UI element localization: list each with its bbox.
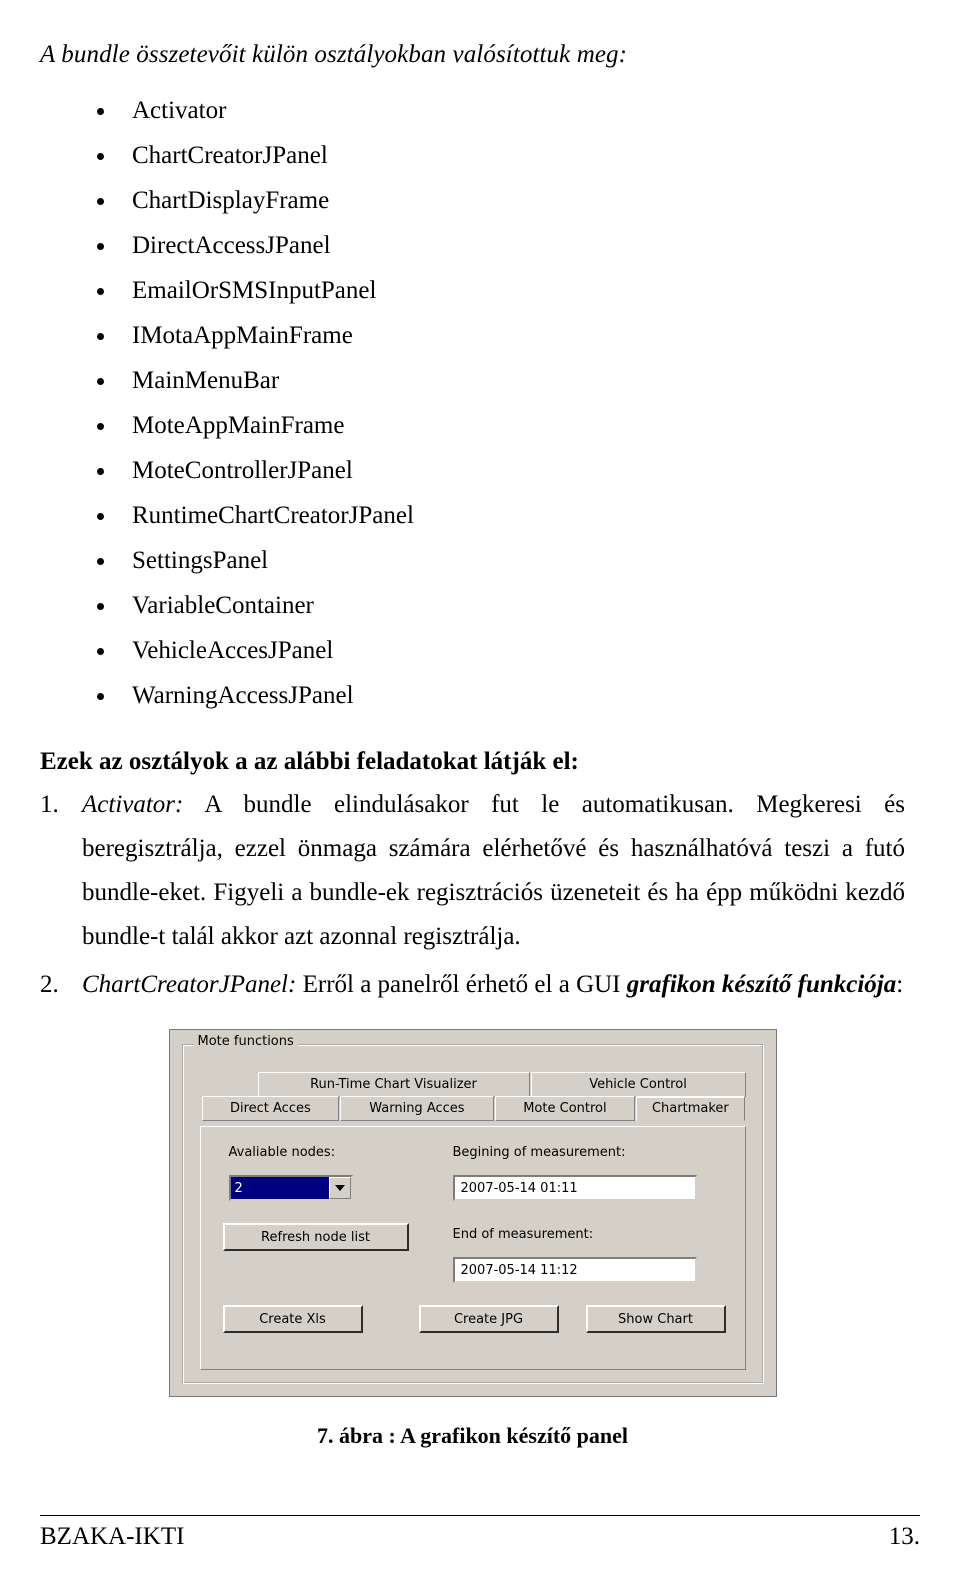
task-number: 2.: [40, 971, 59, 999]
document-page: A bundle összetevőit külön osztályokban …: [0, 0, 960, 1573]
list-item: VehicleAccesJPanel: [40, 628, 905, 673]
available-nodes-value: 2: [230, 1177, 329, 1200]
begining-of-measurement-label: Begining of measurement:: [452, 1145, 626, 1161]
list-item: SettingsPanel: [40, 538, 905, 583]
list-item: ChartCreatorJPanel: [40, 133, 905, 178]
list-item: DirectAccessJPanel: [40, 223, 905, 268]
list-item: Activator: [40, 88, 905, 133]
list-item: WarningAccessJPanel: [40, 673, 905, 718]
tab-warning-acces[interactable]: Warning Acces: [340, 1096, 494, 1122]
task-body-pre: Erről a panelről érhető el a GUI: [296, 971, 627, 999]
list-item: RuntimeChartCreatorJPanel: [40, 493, 905, 538]
groupbox-title: Mote functions: [193, 1035, 298, 1050]
list-item: IMotaAppMainFrame: [40, 313, 905, 358]
available-nodes-combo[interactable]: 2: [228, 1175, 353, 1202]
tab-row-bottom: Direct Acces Warning Acces Mote Control …: [201, 1096, 746, 1122]
tab-chartmaker[interactable]: Chartmaker: [636, 1096, 745, 1122]
task-body-post: :: [896, 971, 904, 999]
task-item-1: 1. Activator: A bundle elindulásakor fut …: [40, 783, 905, 959]
create-xls-button[interactable]: Create Xls: [222, 1305, 363, 1334]
figure: Mote functions Run-Time Chart Visualizer…: [40, 1029, 905, 1398]
chartmaker-panel: Avaliable nodes: Begining of measurement…: [199, 1126, 746, 1371]
list-item: ChartDisplayFrame: [40, 178, 905, 223]
tab-direct-acces[interactable]: Direct Acces: [201, 1096, 340, 1122]
figure-caption: 7. ábra : A grafikon készítő panel: [316, 1423, 629, 1449]
intro-line: A bundle összetevőit külön osztályokban …: [40, 41, 628, 68]
tab-strip: Run-Time Chart Visualizer Vehicle Contro…: [201, 1072, 746, 1128]
list-item: EmailOrSMSInputPanel: [40, 268, 905, 313]
tasks-heading: Ezek az osztályok a az alábbi feladatoka…: [40, 748, 579, 775]
footer-divider: [40, 1515, 920, 1516]
end-of-measurement-label: End of measurement:: [452, 1227, 594, 1243]
task-body: A bundle elindulásakor fut le automatiku…: [82, 791, 905, 951]
list-item: MoteAppMainFrame: [40, 403, 905, 448]
task-body-emphasis: grafikon készítő funkciója: [626, 971, 897, 999]
footer-left: BZAKA-IKTI: [40, 1523, 185, 1550]
task-title: ChartCreatorJPanel:: [82, 971, 297, 999]
list-item: MainMenuBar: [40, 358, 905, 403]
show-chart-button[interactable]: Show Chart: [585, 1305, 726, 1334]
task-item-2: 2. ChartCreatorJPanel: Erről a panelről é…: [40, 963, 905, 1007]
list-item: VariableContainer: [40, 583, 905, 628]
task-number: 1.: [40, 791, 59, 819]
refresh-node-list-button[interactable]: Refresh node list: [222, 1223, 409, 1252]
footer-page-number: 13.: [888, 1523, 920, 1550]
mote-functions-groupbox: Mote functions Run-Time Chart Visualizer…: [181, 1035, 764, 1385]
tab-vehicle-control[interactable]: Vehicle Control: [530, 1072, 746, 1098]
available-nodes-label: Avaliable nodes:: [228, 1145, 336, 1161]
tab-row-top: Run-Time Chart Visualizer Vehicle Contro…: [202, 1072, 802, 1098]
begining-of-measurement-field[interactable]: 2007-05-14 01:11: [452, 1175, 697, 1202]
create-jpg-button[interactable]: Create JPG: [418, 1305, 559, 1334]
end-of-measurement-field[interactable]: 2007-05-14 11:12: [452, 1257, 697, 1284]
tab-run-time-chart-visualizer[interactable]: Run-Time Chart Visualizer: [257, 1072, 530, 1098]
page-footer: BZAKA-IKTI 13.: [0, 1515, 960, 1573]
tab-mote-control[interactable]: Mote Control: [494, 1096, 636, 1122]
mote-functions-window: Mote functions Run-Time Chart Visualizer…: [168, 1029, 777, 1398]
chevron-down-icon[interactable]: [328, 1177, 351, 1200]
list-item: MoteControllerJPanel: [40, 448, 905, 493]
task-title: Activator:: [82, 791, 184, 819]
class-list: Activator ChartCreatorJPanel ChartDispla…: [40, 88, 905, 718]
